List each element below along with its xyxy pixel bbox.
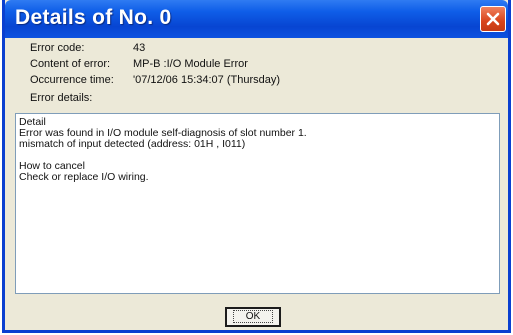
window-title: Details of No. 0 — [15, 6, 172, 29]
content-of-error-value: MP-B :I/O Module Error — [133, 58, 248, 70]
title-bar[interactable]: Details of No. 0 — [5, 0, 508, 38]
details-line — [19, 150, 496, 161]
close-button[interactable] — [480, 6, 506, 32]
ok-button[interactable]: OK — [225, 307, 281, 327]
details-line: Check or replace I/O wiring. — [19, 171, 149, 183]
ok-button-label: OK — [232, 310, 274, 323]
details-line: mismatch of input detected (address: 01H… — [19, 138, 246, 150]
occurrence-time-value: '07/12/06 15:34:07 (Thursday) — [133, 74, 281, 86]
error-code-label: Error code: — [30, 42, 85, 54]
error-details-text[interactable]: Detail Error was found in I/O module sel… — [15, 113, 500, 294]
error-details-label: Error details: — [30, 92, 93, 104]
content-of-error-label: Content of error: — [30, 58, 111, 70]
details-dialog: Details of No. 0 Error code: 43 Content … — [2, 0, 511, 333]
close-icon — [486, 12, 500, 26]
error-code-value: 43 — [133, 42, 146, 54]
occurrence-time-label: Occurrence time: — [30, 74, 114, 86]
